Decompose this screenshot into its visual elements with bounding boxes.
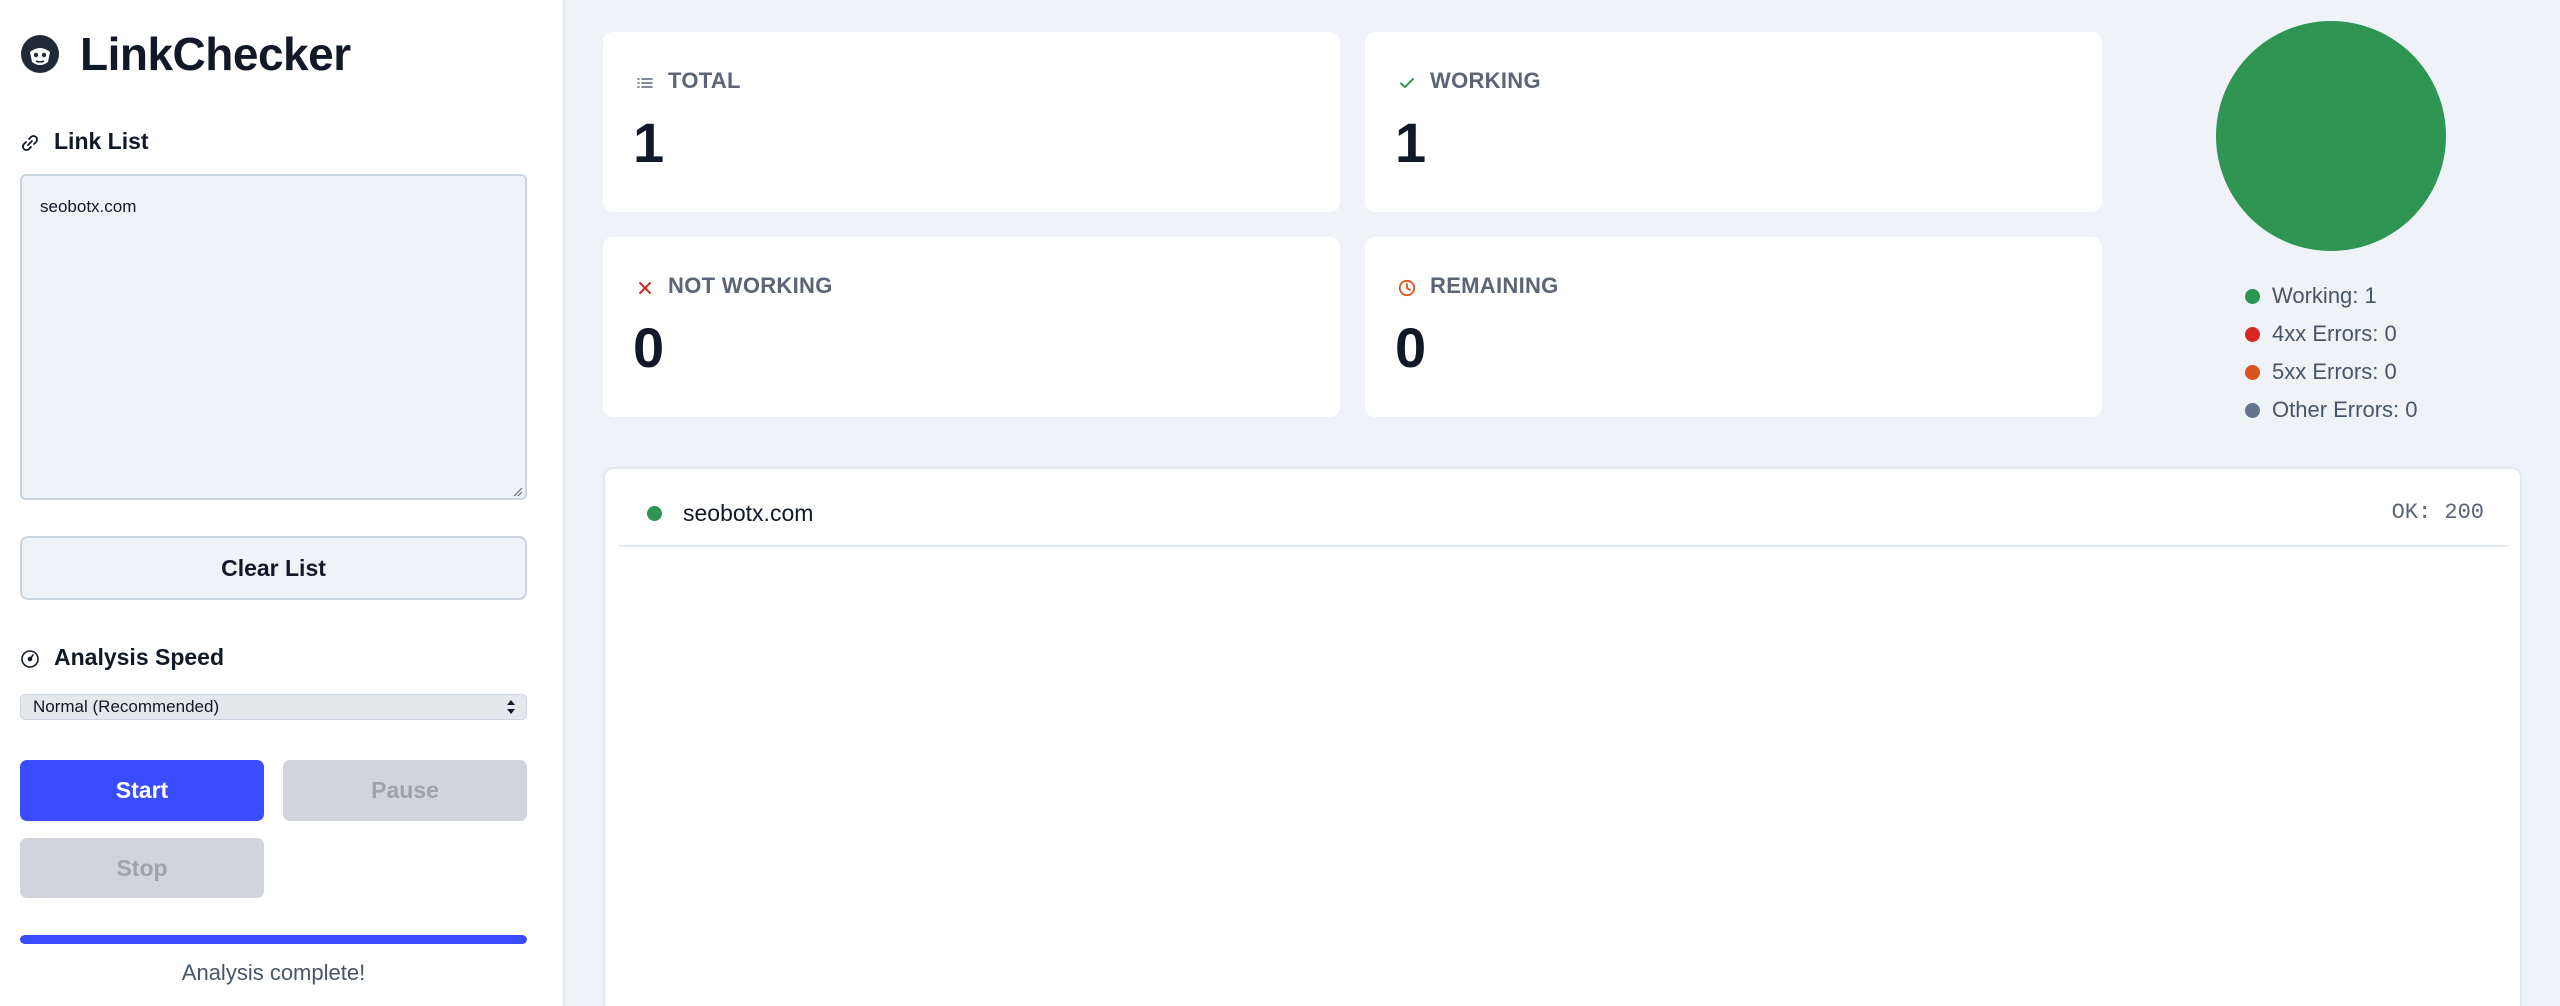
- progress-status: Analysis complete!: [181, 960, 366, 985]
- analysis-speed-selected-value: Normal (Recommended): [33, 697, 220, 716]
- results-panel: seobotx.com OK: 200: [603, 467, 2522, 1006]
- legend-label: 5xx Errors: 0: [2272, 359, 2397, 384]
- stat-card-working: WORKING 1: [1365, 32, 2102, 212]
- result-row[interactable]: seobotx.com OK: 200: [619, 469, 2508, 547]
- stat-card-total: TOTAL 1: [603, 32, 1340, 212]
- check-icon: [1398, 72, 1416, 90]
- legend-label: Other Errors: 0: [2272, 397, 2418, 422]
- list-icon: [636, 72, 654, 90]
- stat-card-working-label: WORKING: [1398, 68, 1541, 94]
- mascot-logo-icon: [20, 34, 60, 74]
- legend-dot-icon: [2245, 364, 2260, 380]
- stat-card-total-value: 1: [633, 111, 665, 174]
- clear-list-button[interactable]: Clear List: [20, 536, 527, 600]
- stop-button[interactable]: Stop: [20, 838, 264, 898]
- legend-dot-icon: [2245, 326, 2260, 342]
- status-pie-chart: [2216, 21, 2446, 251]
- start-button[interactable]: Start: [20, 760, 264, 821]
- legend-label: 4xx Errors: 0: [2272, 321, 2397, 346]
- legend-dot-icon: [2245, 288, 2260, 304]
- app-title: LinkChecker: [80, 28, 351, 80]
- x-icon: [636, 277, 654, 295]
- result-status-code: OK: 200: [2391, 500, 2484, 525]
- link-list-input[interactable]: [20, 174, 527, 500]
- progress-bar: [20, 935, 527, 944]
- clock-icon: [1398, 277, 1416, 297]
- pie-slice-working: [2216, 21, 2446, 251]
- link-icon: [20, 132, 40, 152]
- stat-card-not-working: NOT WORKING 0: [603, 237, 1340, 417]
- select-arrows-icon: [506, 698, 516, 716]
- resize-grip-icon[interactable]: [511, 484, 523, 497]
- legend-item: Working: 1: [2245, 277, 2417, 315]
- chart-legend: Working: 1 4xx Errors: 0 5xx Errors: 0 Othe…: [2245, 277, 2417, 429]
- analysis-speed-heading: Analysis Speed: [20, 644, 224, 671]
- legend-dot-icon: [2245, 402, 2260, 418]
- pause-button[interactable]: Pause: [283, 760, 527, 821]
- link-list-heading: Link List: [20, 128, 149, 155]
- speed-gauge-icon: [20, 648, 40, 668]
- result-url: seobotx.com: [683, 500, 814, 526]
- legend-item: 5xx Errors: 0: [2245, 353, 2417, 391]
- stat-card-remaining-value: 0: [1395, 316, 1427, 379]
- stat-card-remaining-label: REMAINING: [1398, 273, 1559, 299]
- progress-bar-fill: [20, 935, 527, 944]
- stat-card-not-working-value: 0: [633, 316, 665, 379]
- legend-item: 4xx Errors: 0: [2245, 315, 2417, 353]
- legend-item: Other Errors: 0: [2245, 391, 2417, 429]
- brand: LinkChecker: [20, 28, 351, 80]
- legend-label: Working: 1: [2272, 283, 2377, 308]
- stat-card-total-label: TOTAL: [636, 68, 741, 94]
- stat-card-working-value: 1: [1395, 111, 1427, 174]
- sidebar: LinkChecker Link List Clear List Analysi…: [0, 0, 565, 1006]
- analysis-speed-select[interactable]: Normal (Recommended): [20, 694, 527, 720]
- status-dot-icon: [647, 506, 662, 521]
- stat-card-not-working-label: NOT WORKING: [636, 273, 833, 299]
- stat-card-remaining: REMAINING 0: [1365, 237, 2102, 417]
